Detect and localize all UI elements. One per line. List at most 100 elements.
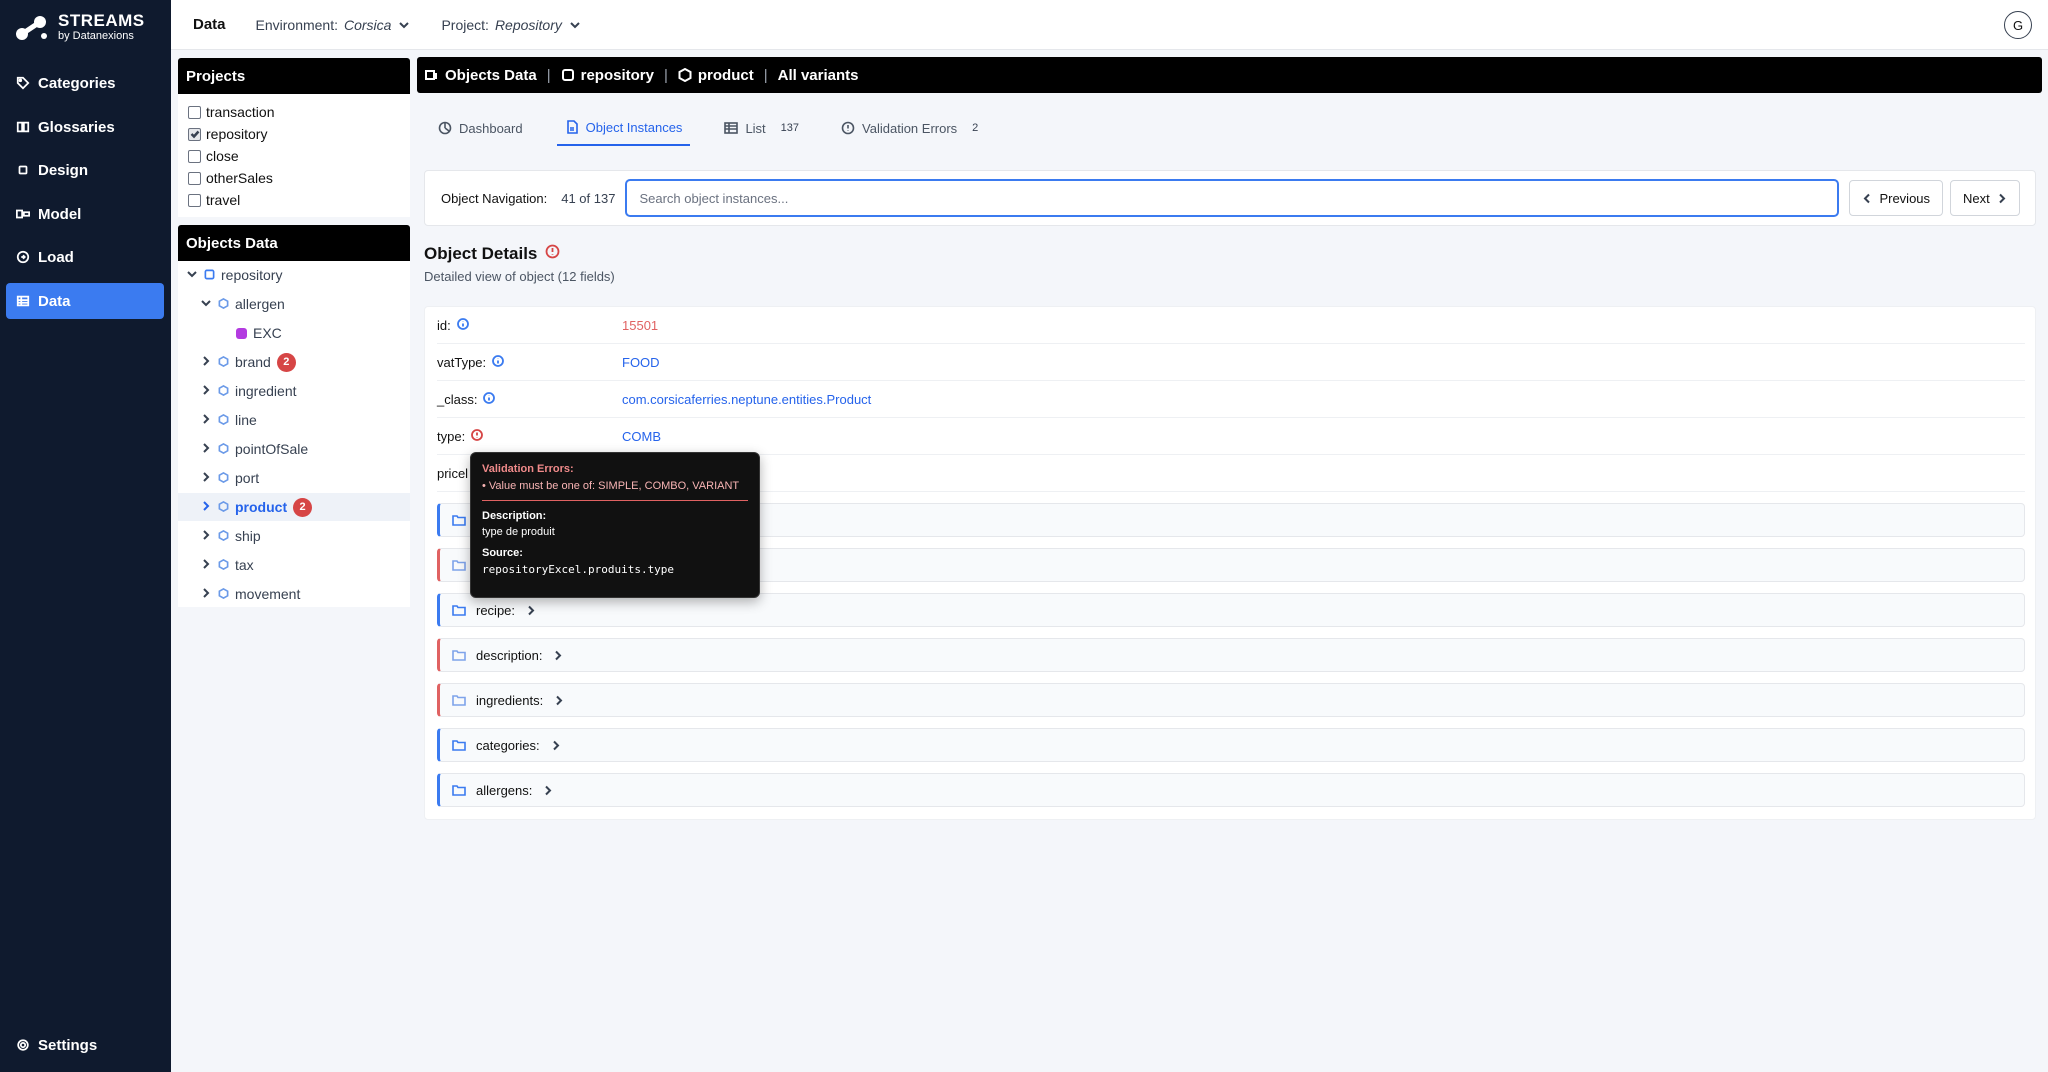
tree-label: repository <box>221 267 283 283</box>
project-item[interactable]: repository <box>178 123 410 145</box>
project-item[interactable]: otherSales <box>178 167 410 189</box>
chevron-right-icon[interactable] <box>200 528 212 544</box>
navigation-position: 41 of 137 <box>561 190 616 206</box>
object-details-subtitle: Detailed view of object (12 fields) <box>424 269 615 284</box>
field-group[interactable]: allergens: <box>437 773 2025 807</box>
project-item[interactable]: transaction <box>178 101 410 123</box>
checkbox[interactable] <box>188 149 201 163</box>
separator: | <box>546 66 551 84</box>
tree-label: movement <box>235 586 301 602</box>
checkbox[interactable] <box>188 193 201 207</box>
breadcrumb-objects-data[interactable]: Objects Data <box>425 67 537 84</box>
project-select[interactable]: Project: Repository <box>441 17 581 33</box>
tree-label: EXC <box>253 325 282 341</box>
brand-logo[interactable]: STREAMS by Datanexions <box>14 12 145 42</box>
tree-node[interactable]: tax <box>200 551 254 579</box>
breadcrumb-repository[interactable]: repository <box>561 67 654 84</box>
field-group[interactable]: recipe: <box>437 593 2025 627</box>
field-value[interactable]: com.corsicaferries.neptune.entities.Prod… <box>622 392 871 407</box>
next-button[interactable]: Next <box>1950 180 2020 216</box>
avatar[interactable]: G <box>2004 11 2032 39</box>
checkbox[interactable] <box>188 127 201 141</box>
field-value[interactable]: FOOD <box>622 355 660 370</box>
breadcrumb-variants[interactable]: All variants <box>778 67 859 84</box>
chevron-down-icon[interactable] <box>186 267 198 283</box>
tab-count: 2 <box>972 122 979 134</box>
nav-glossaries[interactable]: Glossaries <box>6 109 164 145</box>
info-icon[interactable] <box>492 354 505 370</box>
alert-circle-icon[interactable] <box>545 244 560 264</box>
tree-label: line <box>235 412 257 428</box>
hexagon-icon <box>236 327 247 339</box>
previous-button[interactable]: Previous <box>1849 180 1944 216</box>
tree-label: port <box>235 470 260 486</box>
project-value: Repository <box>494 16 562 33</box>
folder-icon <box>452 785 466 796</box>
tab-object-instances[interactable]: Object Instances <box>556 110 691 146</box>
tree-node[interactable]: brand 2 <box>200 348 296 376</box>
checkbox[interactable] <box>188 171 201 185</box>
check-icon <box>190 130 199 139</box>
nav-data[interactable]: Data <box>6 283 164 319</box>
chevron-down-icon[interactable] <box>200 296 212 312</box>
group-label: categories: <box>476 737 540 753</box>
tab-bar: Dashboard Object Instances List 137 Vali… <box>430 110 1012 148</box>
chevron-right-icon[interactable] <box>200 586 212 602</box>
cube-icon <box>218 557 229 573</box>
nav-model[interactable]: Model <box>6 196 164 232</box>
folder-icon <box>452 740 466 751</box>
info-icon[interactable] <box>483 391 496 407</box>
tree-node[interactable]: port <box>200 464 259 492</box>
tree-node-repository[interactable]: repository <box>186 261 282 289</box>
tab-dashboard[interactable]: Dashboard <box>430 110 531 146</box>
tab-list[interactable]: List 137 <box>716 110 807 146</box>
tag-icon <box>16 76 30 90</box>
tree-node[interactable]: pointOfSale <box>200 435 308 463</box>
project-label: otherSales <box>206 170 273 186</box>
nav-load[interactable]: Load <box>6 239 164 275</box>
chevron-right-icon <box>545 785 552 795</box>
environment-select[interactable]: Environment: Corsica <box>256 17 412 33</box>
validation-tooltip: Validation Errors: • Value must be one o… <box>470 452 760 598</box>
tab-validation-errors[interactable]: Validation Errors 2 <box>833 110 986 146</box>
chevron-right-icon[interactable] <box>200 470 212 486</box>
field-group[interactable]: ingredients: <box>437 683 2025 717</box>
environment-value: Corsica <box>344 16 392 33</box>
tree-node[interactable]: allergen <box>200 290 285 318</box>
tooltip-source-heading: Source: <box>482 547 523 559</box>
tooltip-description-heading: Description: <box>482 510 547 522</box>
nav-design[interactable]: Design <box>6 152 164 188</box>
error-info-icon[interactable] <box>471 428 484 444</box>
chevron-right-icon[interactable] <box>200 557 212 573</box>
field-row: type: COMB <box>437 418 2025 455</box>
tooltip-error-message: • Value must be one of: SIMPLE, COMBO, V… <box>482 480 740 492</box>
checkbox[interactable] <box>188 105 201 119</box>
project-item[interactable]: travel <box>178 189 410 211</box>
tree-node[interactable]: movement <box>200 580 300 608</box>
info-icon[interactable] <box>456 317 469 333</box>
field-row: id: 15501 <box>437 307 2025 344</box>
chevron-right-icon[interactable] <box>200 383 212 399</box>
tree-node[interactable]: ingredient <box>200 377 297 405</box>
breadcrumb-product[interactable]: product <box>678 67 754 84</box>
cube-icon <box>678 68 692 82</box>
field-group[interactable]: description: <box>437 638 2025 672</box>
tree-node-selected[interactable]: product 2 <box>178 493 410 521</box>
alert-circle-icon <box>841 121 855 135</box>
chevron-right-icon[interactable] <box>200 354 212 370</box>
chevron-right-icon[interactable] <box>200 412 212 428</box>
field-value[interactable]: 15501 <box>622 318 658 333</box>
tree-node[interactable]: ship <box>200 522 261 550</box>
field-value[interactable]: COMB <box>622 429 661 444</box>
tooltip-description: type de produit <box>482 526 555 538</box>
search-input[interactable] <box>625 179 1840 217</box>
project-item[interactable]: close <box>178 145 410 167</box>
tree-node[interactable]: line <box>200 406 257 434</box>
chevron-right-icon[interactable] <box>200 441 212 457</box>
field-group[interactable]: categories: <box>437 728 2025 762</box>
nav-categories[interactable]: Categories <box>6 65 164 101</box>
streams-logo-icon <box>14 12 50 42</box>
chevron-right-icon[interactable] <box>200 499 212 515</box>
nav-settings[interactable]: Settings <box>6 1027 164 1063</box>
tree-node[interactable]: EXC <box>236 319 282 347</box>
